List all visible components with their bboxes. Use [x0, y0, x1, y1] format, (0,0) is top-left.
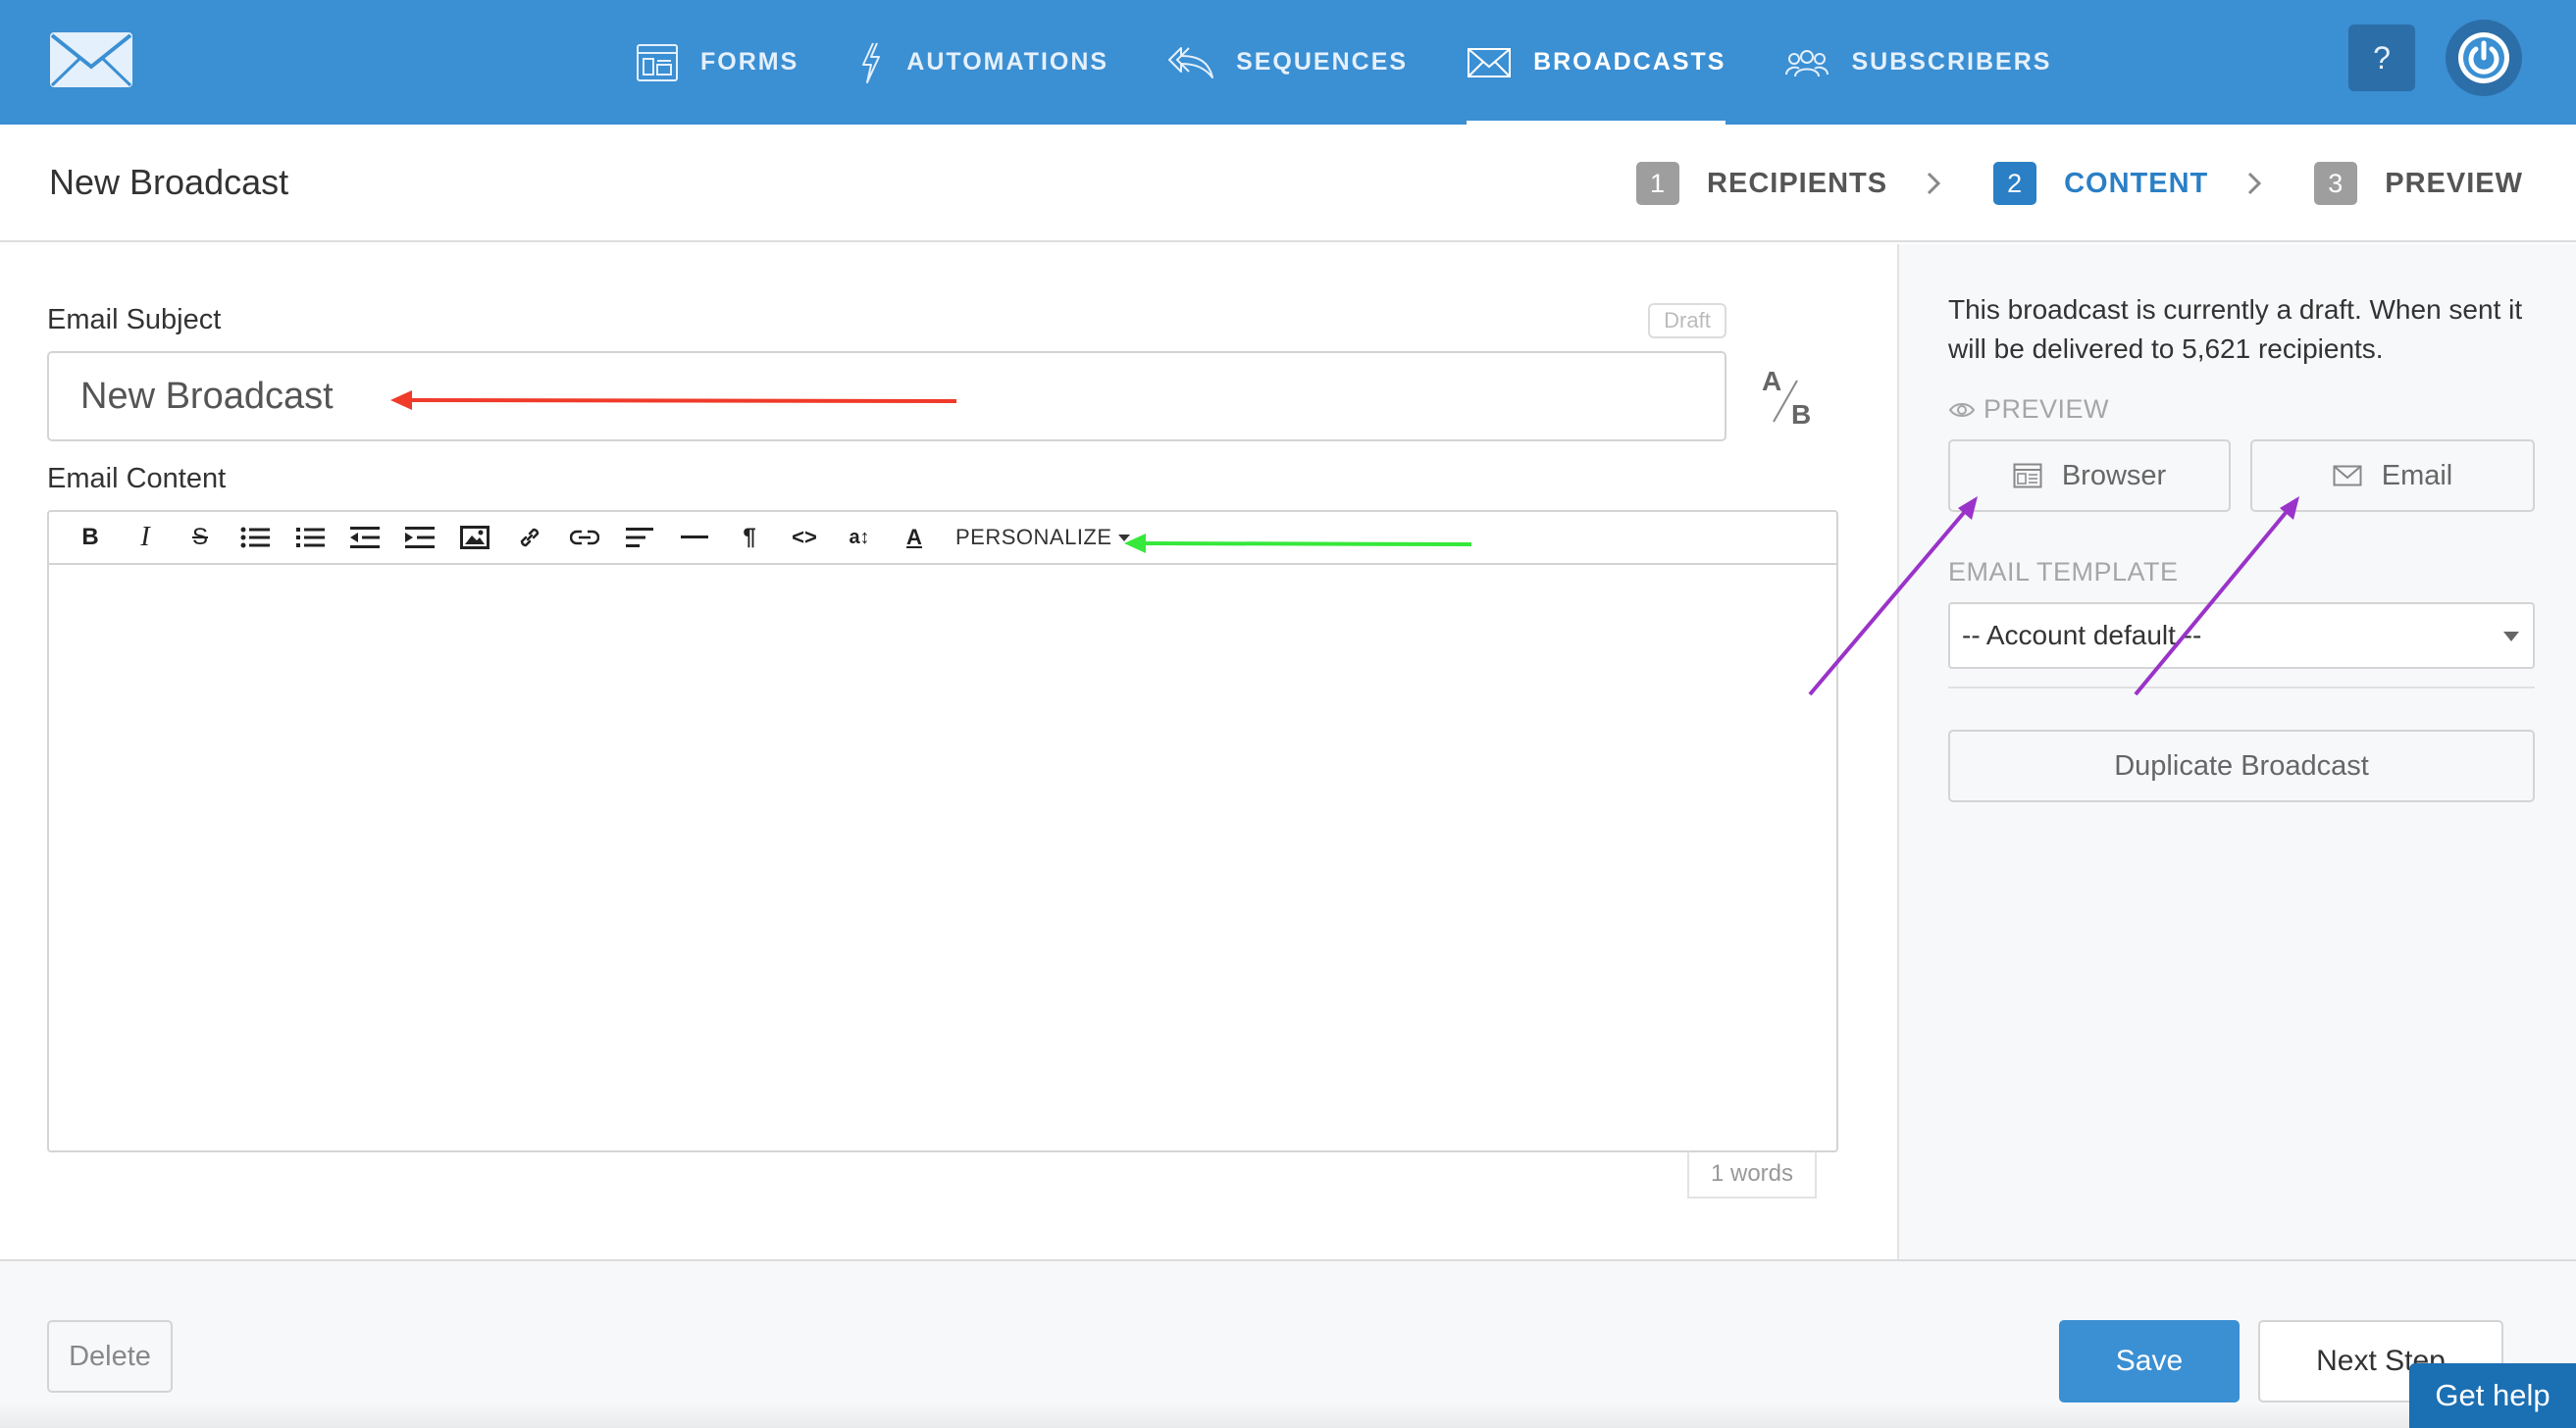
footer-shadow [0, 1402, 2409, 1428]
caret-down-icon [2503, 632, 2519, 641]
logo-envelope-icon[interactable] [49, 31, 133, 88]
account-power-button[interactable] [2446, 20, 2522, 96]
top-navigation-bar: FORMS AUTOMATIONS SEQUENCES BROADCASTS S… [0, 0, 2576, 125]
help-button[interactable]: ? [2348, 25, 2415, 91]
browser-window-icon [2013, 463, 2042, 488]
main-nav: FORMS AUTOMATIONS SEQUENCES BROADCASTS S… [636, 0, 2110, 125]
nav-sequences[interactable]: SEQUENCES [1167, 0, 1408, 125]
strike-glyph: S [191, 524, 208, 550]
code-icon[interactable]: <> [777, 511, 832, 564]
nav-broadcasts-label: BROADCASTS [1533, 48, 1726, 76]
email-subject-input[interactable] [47, 351, 1726, 441]
forms-icon [637, 43, 678, 81]
nav-forms-label: FORMS [700, 48, 799, 76]
preview-label-text: PREVIEW [1984, 394, 2110, 424]
email-template-label: EMAIL TEMPLATE [1948, 557, 2179, 586]
italic-glyph: I [140, 522, 150, 552]
numbered-list-icon[interactable] [283, 511, 337, 564]
personalize-label: PERSONALIZE [955, 525, 1112, 549]
get-help-button[interactable]: Get help [2409, 1363, 2576, 1428]
italic-icon[interactable]: I [118, 511, 173, 564]
bullet-list-icon[interactable] [228, 511, 283, 564]
font-size-icon[interactable]: a↕ [832, 511, 887, 564]
chevron-right-icon [2248, 172, 2262, 195]
preview-label: PREVIEW [1948, 394, 2109, 425]
preview-browser-button[interactable]: Browser [1948, 439, 2231, 512]
ab-label-b: B [1791, 399, 1811, 430]
browser-button-label: Browser [2061, 459, 2167, 491]
step-label: CONTENT [2064, 167, 2209, 199]
editor-toolbar: B I S ¶ <> a↕ A PERSONALIZE [49, 512, 1836, 565]
horizontal-rule-icon[interactable] [667, 511, 722, 564]
power-icon [2458, 32, 2509, 83]
step-number: 1 [1636, 162, 1680, 205]
outdent-icon[interactable] [337, 511, 392, 564]
strikethrough-icon[interactable]: S [173, 511, 228, 564]
email-content-body[interactable] [49, 565, 1836, 1150]
step-number: 2 [1993, 162, 2037, 205]
email-button-label: Email [2381, 459, 2453, 491]
people-icon [1785, 49, 1829, 76]
nav-subscribers[interactable]: SUBSCRIBERS [1784, 0, 2051, 125]
personalize-dropdown[interactable]: PERSONALIZE [955, 525, 1131, 550]
ab-test-button[interactable]: A B [1756, 361, 1825, 430]
chevron-right-icon [1928, 172, 1941, 195]
envelope-icon [1468, 47, 1512, 77]
text-color-glyph: A [906, 525, 922, 549]
envelope-icon [2333, 465, 2362, 486]
text-color-icon[interactable]: A [887, 511, 942, 564]
eye-icon [1948, 402, 1976, 417]
nav-subscribers-label: SUBSCRIBERS [1851, 48, 2052, 76]
align-left-icon[interactable] [612, 511, 667, 564]
wizard-steps: 1 RECIPIENTS 2 CONTENT 3 PREVIEW [1636, 162, 2523, 205]
step-preview[interactable]: 3 PREVIEW [2314, 162, 2523, 205]
delete-button[interactable]: Delete [47, 1320, 173, 1393]
link-icon[interactable] [502, 511, 557, 564]
save-button[interactable]: Save [2059, 1320, 2240, 1402]
bold-icon[interactable]: B [63, 511, 118, 564]
nav-automations[interactable]: AUTOMATIONS [857, 0, 1108, 125]
duplicate-broadcast-button[interactable]: Duplicate Broadcast [1948, 730, 2535, 802]
sequences-icon [1168, 46, 1214, 78]
step-number: 3 [2314, 162, 2358, 205]
email-template-select[interactable]: -- Account default -- [1948, 602, 2535, 669]
nav-automations-label: AUTOMATIONS [906, 48, 1109, 76]
preview-email-button[interactable]: Email [2250, 439, 2535, 512]
nav-sequences-label: SEQUENCES [1236, 48, 1409, 76]
page-title: New Broadcast [49, 162, 289, 202]
draft-badge: Draft [1648, 303, 1726, 338]
ab-label-a: A [1762, 366, 1781, 396]
nav-broadcasts[interactable]: BROADCASTS [1467, 0, 1726, 125]
lightning-icon [862, 42, 881, 83]
code-glyph: <> [792, 525, 817, 549]
caret-down-icon [1117, 535, 1130, 541]
font-size-glyph: a↕ [849, 526, 870, 548]
email-subject-label: Email Subject [47, 304, 222, 335]
paragraph-glyph: ¶ [743, 524, 756, 550]
indent-icon[interactable] [392, 511, 447, 564]
step-content[interactable]: 2 CONTENT [1993, 162, 2208, 205]
help-label: ? [2373, 39, 2391, 76]
email-content-label: Email Content [47, 463, 227, 494]
duplicate-button-label: Duplicate Broadcast [2114, 749, 2369, 782]
step-recipients[interactable]: 1 RECIPIENTS [1636, 162, 1887, 205]
sidebar-divider [1948, 687, 2535, 688]
nav-forms[interactable]: FORMS [636, 0, 799, 125]
paragraph-icon[interactable]: ¶ [722, 511, 777, 564]
word-count: 1 words [1687, 1151, 1817, 1198]
email-content-editor: B I S ¶ <> a↕ A PERSONALIZE [47, 510, 1838, 1152]
email-template-value: -- Account default -- [1962, 620, 2202, 650]
step-label: RECIPIENTS [1707, 167, 1888, 199]
broadcast-header: New Broadcast 1 RECIPIENTS 2 CONTENT 3 P… [0, 125, 2576, 242]
bold-glyph: B [81, 524, 99, 550]
step-label: PREVIEW [2385, 167, 2523, 199]
draft-status-note: This broadcast is currently a draft. Whe… [1948, 294, 2523, 364]
unlink-icon[interactable] [557, 511, 612, 564]
image-icon[interactable] [447, 511, 502, 564]
